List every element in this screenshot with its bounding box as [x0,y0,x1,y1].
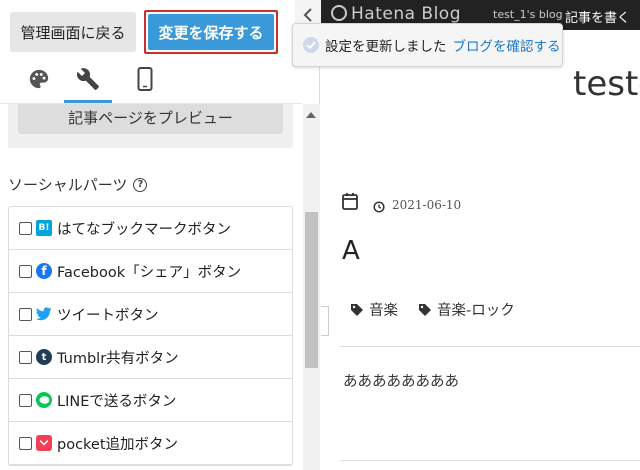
line-icon [36,392,52,408]
entry-date[interactable]: 2021-06-10 [392,198,461,212]
facebook-icon: f [36,263,52,279]
save-notification: 設定を更新しました ブログを確認する [292,23,563,67]
list-item[interactable]: pocket追加ボタン [9,422,292,465]
notification-message: 設定を更新しました [325,39,447,55]
pocket-icon [36,435,52,451]
social-parts-heading: ソーシャルパーツ ? [8,174,148,195]
social-item-label: pocket追加ボタン [57,436,179,453]
scroll-up-arrow-icon[interactable] [306,112,316,118]
list-item[interactable]: t Tumblr共有ボタン [9,336,292,379]
entry-title[interactable]: A [342,236,360,266]
checkbox[interactable] [19,264,32,278]
smartphone-icon [137,67,153,91]
palette-icon [29,69,49,89]
help-icon[interactable]: ? [133,177,148,192]
bottom-divider [340,460,640,461]
tumblr-icon: t [36,349,52,365]
list-item[interactable]: f Facebook「シェア」ボタン [9,250,292,293]
checkbox[interactable] [19,393,32,407]
checkbox[interactable] [19,350,32,364]
logo-text: Hatena Blog [351,4,461,24]
checkbox[interactable] [19,307,32,321]
wrench-icon [76,68,99,90]
tag-icon [419,303,431,316]
tab-customize[interactable] [71,64,105,94]
social-item-label: ツイートボタン [57,307,159,324]
customize-panel: 管理画面に戻る 変更を保存する 記事ページをプレビュー ソーシャルパーツ ? B… [0,0,320,470]
entry-divider [340,346,640,347]
checkbox[interactable] [19,436,32,450]
hatena-bookmark-icon: B! [36,220,52,236]
calendar-icon [342,192,358,214]
checkmark-icon [303,37,319,53]
social-item-label: Facebook「シェア」ボタン [57,264,242,281]
checkbox[interactable] [19,221,32,235]
view-blog-link[interactable]: ブログを確認する [453,35,561,55]
settings-scroll-area: 記事ページをプレビュー ソーシャルパーツ ? B! はてなブックマークボタン f… [0,104,303,470]
chevron-left-icon [303,8,312,22]
list-item[interactable]: B! はてなブックマークボタン [9,207,292,250]
category-tag[interactable]: 音楽-ロック [418,299,515,320]
entry-body: ああああああああ [343,374,459,390]
preview-entry-page-button[interactable]: 記事ページをプレビュー [18,104,283,134]
tab-mobile[interactable] [128,64,162,94]
tab-design[interactable] [22,64,56,94]
social-item-label: Tumblr共有ボタン [57,350,179,367]
clock-icon [373,198,385,217]
back-to-dashboard-button[interactable]: 管理画面に戻る [10,12,136,52]
blog-title[interactable]: test- [573,64,640,104]
topbar-blog-name[interactable]: test_1's blog [493,8,563,21]
category-tag[interactable]: 音楽 [350,299,398,320]
hatena-logo-mark-icon [331,5,347,21]
preview-edge-marker [321,306,329,336]
social-item-label: はてなブックマークボタン [57,221,231,238]
social-parts-list: B! はてなブックマークボタン f Facebook「シェア」ボタン ツイートボ… [8,206,293,466]
list-item[interactable]: LINEで送るボタン [9,379,292,422]
scrollbar-thumb[interactable] [305,212,318,368]
hatena-blog-logo[interactable]: Hatena Blog [331,4,461,24]
twitter-icon [36,306,52,322]
category-label: 音楽 [369,303,398,319]
save-changes-button[interactable]: 変更を保存する [148,14,274,50]
save-button-highlight: 変更を保存する [144,10,278,54]
write-entry-link[interactable]: 記事を書く [565,7,630,26]
social-item-label: LINEで送るボタン [57,393,177,410]
list-item[interactable]: ツイートボタン [9,293,292,336]
social-parts-title: ソーシャルパーツ [8,176,128,194]
preview-section: 記事ページをプレビュー [8,104,293,148]
tag-icon [351,303,363,316]
category-label: 音楽-ロック [437,303,515,319]
